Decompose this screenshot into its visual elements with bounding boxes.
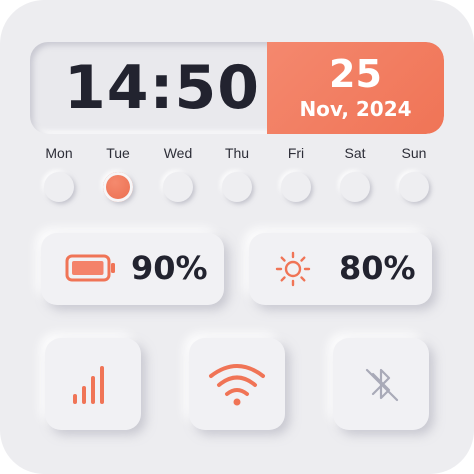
clock-bar: 14:50 25 Nov, 2024 <box>30 42 444 134</box>
weekday-dot-wed[interactable] <box>163 172 193 202</box>
weekday-dot-mon[interactable] <box>44 172 74 202</box>
clock-time: 14:50 <box>64 53 260 123</box>
weekday-label-wed: Wed <box>163 145 193 161</box>
weekday-dot-fri[interactable] <box>281 172 311 202</box>
control-widget: 14:50 25 Nov, 2024 Mon Tue Wed Thu Fri S… <box>0 0 474 474</box>
signal-bars-icon <box>73 366 104 404</box>
wifi-toggle[interactable] <box>189 338 285 430</box>
date-month-year: Nov, 2024 <box>299 97 412 121</box>
date-day: 25 <box>329 52 382 96</box>
battery-value: 90% <box>131 249 208 287</box>
weekday-dot-sat[interactable] <box>340 172 370 202</box>
weekday-label-thu: Thu <box>224 145 250 161</box>
weekday-dot-tue[interactable] <box>103 172 133 202</box>
weekday-label-sat: Sat <box>344 145 366 161</box>
battery-icon <box>65 254 115 282</box>
weekday-label-sun: Sun <box>401 145 427 161</box>
battery-card[interactable]: 90% <box>41 233 224 305</box>
brightness-card[interactable]: 80% <box>249 233 432 305</box>
bluetooth-icon <box>365 368 399 402</box>
weekday-label-tue: Tue <box>106 145 130 161</box>
wifi-icon <box>209 364 265 406</box>
bluetooth-toggle[interactable] <box>333 338 429 430</box>
sun-icon <box>275 251 311 287</box>
brightness-value: 80% <box>339 249 416 287</box>
weekday-label-mon: Mon <box>45 145 73 161</box>
cellular-toggle[interactable] <box>45 338 141 430</box>
weekday-dot-thu[interactable] <box>222 172 252 202</box>
weekday-dot-sun[interactable] <box>399 172 429 202</box>
weekday-label-fri: Fri <box>287 145 305 161</box>
date-panel: 25 Nov, 2024 <box>267 42 444 134</box>
